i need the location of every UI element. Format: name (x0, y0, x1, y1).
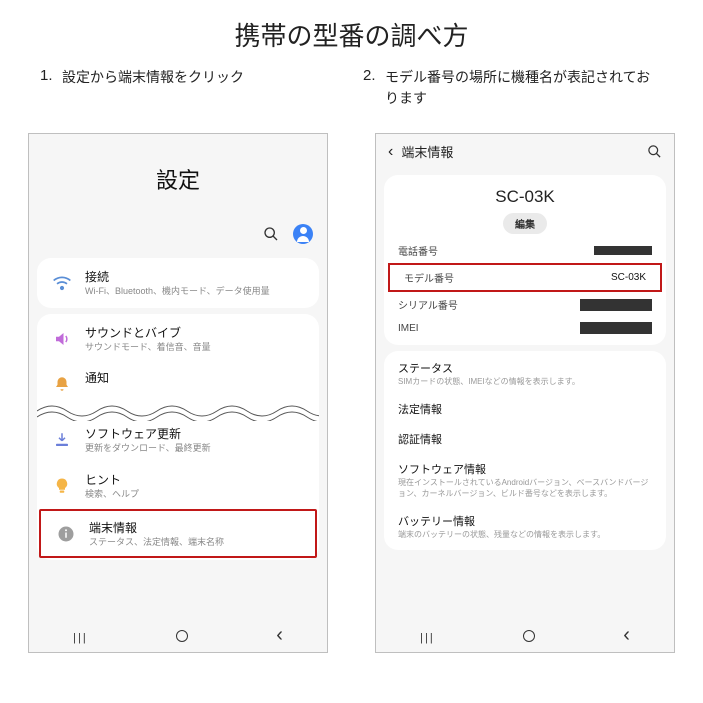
kv-label: シリアル番号 (398, 297, 458, 312)
wifi-icon (49, 270, 75, 296)
kv-serial-number[interactable]: シリアル番号 (384, 292, 666, 317)
android-navbar (376, 620, 674, 652)
kv-label: モデル番号 (404, 270, 454, 285)
row-sub: サウンドモード、着信音、音量 (85, 342, 307, 354)
nav-recent-icon[interactable] (420, 628, 435, 644)
android-navbar (29, 620, 327, 652)
section-software[interactable]: ソフトウェア情報 現在インストールされているAndroidバージョン、ベースバン… (384, 454, 666, 506)
redacted-value (580, 322, 652, 334)
settings-row-about-device[interactable]: 端末情報 ステータス、法定情報、端末名称 (39, 509, 317, 559)
redacted-value (580, 299, 652, 311)
phones-wrap: 設定 接続 Wi-Fi、Bluetooth、機内モード、データ使用量 (0, 109, 703, 653)
row-sub: ステータス、法定情報、端末名称 (89, 537, 303, 549)
step-2: 2. モデル番号の場所に機種名が表記されております (363, 67, 663, 109)
kv-model-number[interactable]: モデル番号 SC-03K (388, 263, 662, 292)
speaker-icon (49, 326, 75, 352)
settings-toolbar (29, 224, 327, 252)
about-topbar: ‹ 端末情報 (376, 134, 674, 169)
row-sub: Wi-Fi、Bluetooth、機内モード、データ使用量 (85, 286, 307, 298)
section-battery[interactable]: バッテリー情報 端末のバッテリーの状態、残量などの情報を表示します。 (384, 506, 666, 547)
section-sub: 現在インストールされているAndroidバージョン、ベースバンドバージョン、カー… (398, 478, 652, 499)
row-title: ソフトウェア更新 (85, 425, 307, 442)
steps-row: 1. 設定から端末情報をクリック 2. モデル番号の場所に機種名が表記されており… (0, 53, 703, 109)
settings-row-connections[interactable]: 接続 Wi-Fi、Bluetooth、機内モード、データ使用量 (37, 260, 319, 306)
edit-button[interactable]: 編集 (503, 213, 547, 234)
bell-icon (49, 371, 75, 397)
step-text: モデル番号の場所に機種名が表記されております (385, 67, 663, 109)
row-sub: 更新をダウンロード、最終更新 (85, 443, 307, 455)
kv-phone-number[interactable]: 電話番号 (384, 238, 666, 263)
about-details-card: ステータス SIMカードの状態、IMEIなどの情報を表示します。 法定情報 認証… (384, 351, 666, 550)
settings-row-software[interactable]: ソフトウェア更新 更新をダウンロード、最終更新 (37, 417, 319, 463)
section-legal[interactable]: 法定情報 (384, 394, 666, 424)
section-title: ステータス (398, 360, 652, 376)
section-title: ソフトウェア情報 (398, 461, 652, 477)
kv-imei[interactable]: IMEI (384, 317, 666, 339)
section-title: バッテリー情報 (398, 513, 652, 529)
row-title: 通知 (85, 369, 307, 386)
settings-row-hint[interactable]: ヒント 検索、ヘルプ (37, 463, 319, 509)
settings-header: 設定 (29, 134, 327, 224)
topbar-title: 端末情報 (401, 142, 453, 161)
step-number: 1. (40, 67, 62, 109)
settings-card-connections: 接続 Wi-Fi、Bluetooth、機内モード、データ使用量 (37, 258, 319, 308)
section-sub: 端末のバッテリーの状態、残量などの情報を表示します。 (398, 530, 652, 540)
redacted-value (594, 246, 652, 255)
back-chevron-icon[interactable]: ‹ (388, 143, 393, 161)
step-number: 2. (363, 67, 385, 109)
row-title: サウンドとバイブ (85, 324, 307, 341)
step-1: 1. 設定から端末情報をクリック (40, 67, 340, 109)
row-sub: 検索、ヘルプ (85, 489, 307, 501)
row-title: ヒント (85, 471, 307, 488)
section-title: 法定情報 (398, 401, 652, 417)
section-certification[interactable]: 認証情報 (384, 424, 666, 454)
nav-home-icon[interactable] (176, 630, 188, 642)
search-icon[interactable] (263, 226, 279, 242)
row-title: 端末情報 (89, 519, 303, 536)
row-title: 接続 (85, 268, 307, 285)
device-model-name: SC-03K (384, 187, 666, 207)
phone-settings: 設定 接続 Wi-Fi、Bluetooth、機内モード、データ使用量 (28, 133, 328, 653)
nav-back-icon[interactable] (623, 628, 630, 644)
search-icon[interactable] (647, 144, 662, 159)
profile-avatar-icon[interactable] (293, 224, 313, 244)
about-model-card: SC-03K 編集 電話番号 モデル番号 SC-03K シリアル番号 IMEI (384, 175, 666, 345)
info-icon (53, 521, 79, 547)
phone-about-device: ‹ 端末情報 SC-03K 編集 電話番号 モデル番号 SC-03K シリアル番… (375, 133, 675, 653)
nav-recent-icon[interactable] (73, 628, 88, 644)
section-status[interactable]: ステータス SIMカードの状態、IMEIなどの情報を表示します。 (384, 353, 666, 394)
settings-row-notifications[interactable]: 通知 (37, 361, 319, 405)
kv-label: 電話番号 (398, 243, 438, 258)
kv-label: IMEI (398, 323, 419, 334)
nav-back-icon[interactable] (276, 628, 283, 644)
settings-row-sound[interactable]: サウンドとバイブ サウンドモード、着信音、音量 (37, 316, 319, 362)
nav-home-icon[interactable] (523, 630, 535, 642)
step-text: 設定から端末情報をクリック (62, 67, 340, 109)
section-title: 認証情報 (398, 431, 652, 447)
kv-value: SC-03K (611, 272, 646, 283)
settings-card-misc: サウンドとバイブ サウンドモード、着信音、音量 通知 (37, 314, 319, 561)
section-sub: SIMカードの状態、IMEIなどの情報を表示します。 (398, 377, 652, 387)
page-title: 携帯の型番の調べ方 (0, 0, 703, 53)
download-icon (49, 427, 75, 453)
lightbulb-icon (49, 473, 75, 499)
